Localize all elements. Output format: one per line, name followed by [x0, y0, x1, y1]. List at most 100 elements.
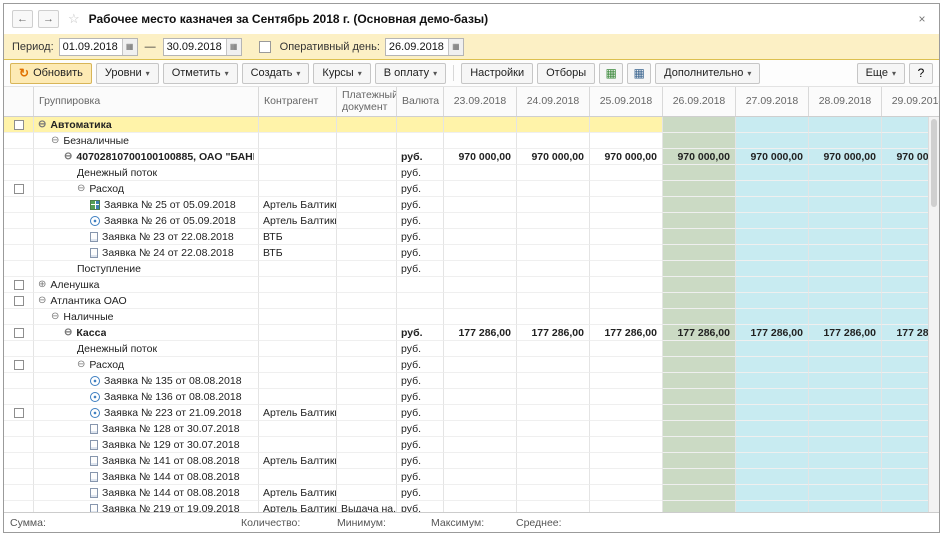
amount-cell[interactable]	[590, 373, 663, 389]
amount-cell[interactable]	[663, 341, 736, 357]
currency-cell[interactable]: руб.	[397, 149, 444, 165]
amount-cell[interactable]	[663, 229, 736, 245]
grouping-cell[interactable]: ⊖Безналичные	[34, 133, 259, 149]
amount-cell[interactable]	[444, 213, 517, 229]
amount-cell[interactable]	[736, 485, 809, 501]
currency-cell[interactable]: руб.	[397, 261, 444, 277]
payment-document-cell[interactable]	[337, 293, 397, 309]
amount-cell[interactable]	[590, 357, 663, 373]
amount-cell[interactable]	[809, 373, 882, 389]
grouping-cell[interactable]: ⊖Автоматика	[34, 117, 259, 133]
payment-document-cell[interactable]	[337, 485, 397, 501]
amount-cell[interactable]	[663, 213, 736, 229]
amount-cell[interactable]	[663, 261, 736, 277]
counterparty-cell[interactable]	[259, 325, 337, 341]
amount-cell[interactable]	[663, 309, 736, 325]
currency-cell[interactable]: руб.	[397, 357, 444, 373]
amount-cell[interactable]	[736, 181, 809, 197]
table-row[interactable]: ⊖Кассаруб.177 286,00177 286,00177 286,00…	[4, 325, 939, 341]
amount-cell[interactable]	[444, 421, 517, 437]
counterparty-cell[interactable]: Артель Балтики	[259, 405, 337, 421]
amount-cell[interactable]	[590, 245, 663, 261]
currency-cell[interactable]	[397, 277, 444, 293]
vertical-scrollbar[interactable]	[928, 117, 939, 514]
grouping-cell[interactable]: Заявка № 144 от 08.08.2018	[34, 469, 259, 485]
amount-cell[interactable]: 177 286,00	[736, 325, 809, 341]
currency-cell[interactable]	[397, 293, 444, 309]
amount-cell[interactable]	[736, 389, 809, 405]
settings-button[interactable]: Настройки	[461, 63, 533, 84]
amount-cell[interactable]	[444, 485, 517, 501]
amount-cell[interactable]: 970 000,00	[517, 149, 590, 165]
amount-cell[interactable]	[444, 389, 517, 405]
scrollbar-thumb[interactable]	[931, 119, 937, 207]
amount-cell[interactable]	[517, 197, 590, 213]
amount-cell[interactable]	[736, 405, 809, 421]
amount-cell[interactable]	[517, 293, 590, 309]
amount-cell[interactable]	[809, 293, 882, 309]
amount-cell[interactable]	[736, 117, 809, 133]
amount-cell[interactable]	[517, 437, 590, 453]
amount-cell[interactable]	[809, 229, 882, 245]
amount-cell[interactable]	[809, 453, 882, 469]
header-date-0[interactable]: 23.09.2018	[444, 87, 517, 116]
counterparty-cell[interactable]	[259, 373, 337, 389]
amount-cell[interactable]	[444, 261, 517, 277]
amount-cell[interactable]	[517, 469, 590, 485]
currency-cell[interactable]: руб.	[397, 181, 444, 197]
payment-document-cell[interactable]	[337, 261, 397, 277]
amount-cell[interactable]	[517, 133, 590, 149]
amount-cell[interactable]	[590, 165, 663, 181]
amount-cell[interactable]	[517, 341, 590, 357]
table-row[interactable]: Заявка № 129 от 30.07.2018руб.	[4, 437, 939, 453]
amount-cell[interactable]	[809, 197, 882, 213]
row-checkbox[interactable]	[14, 328, 24, 338]
currency-cell[interactable]: руб.	[397, 453, 444, 469]
amount-cell[interactable]	[517, 229, 590, 245]
amount-cell[interactable]	[809, 485, 882, 501]
amount-cell[interactable]	[809, 213, 882, 229]
amount-cell[interactable]	[590, 229, 663, 245]
amount-cell[interactable]	[736, 341, 809, 357]
date-to-input[interactable]	[164, 39, 226, 55]
amount-cell[interactable]	[809, 277, 882, 293]
counterparty-cell[interactable]: Артель Балтики	[259, 453, 337, 469]
grouping-cell[interactable]: Заявка № 24 от 22.08.2018	[34, 245, 259, 261]
counterparty-cell[interactable]	[259, 165, 337, 181]
currency-cell[interactable]: руб.	[397, 421, 444, 437]
amount-cell[interactable]	[590, 437, 663, 453]
grouping-cell[interactable]: Заявка № 129 от 30.07.2018	[34, 437, 259, 453]
filters-button[interactable]: Отборы	[537, 63, 595, 84]
counterparty-cell[interactable]	[259, 117, 337, 133]
amount-cell[interactable]	[590, 197, 663, 213]
amount-cell[interactable]: 970 000,00	[444, 149, 517, 165]
payment-document-cell[interactable]	[337, 325, 397, 341]
favorite-icon[interactable]: ☆	[68, 11, 80, 27]
payment-document-cell[interactable]	[337, 149, 397, 165]
table-row[interactable]: Заявка № 24 от 22.08.2018ВТБруб.	[4, 245, 939, 261]
header-date-4[interactable]: 27.09.2018	[736, 87, 809, 116]
grouping-cell[interactable]: ⊖Расход	[34, 357, 259, 373]
amount-cell[interactable]	[736, 261, 809, 277]
row-checkbox[interactable]	[14, 120, 24, 130]
header-grouping[interactable]: Группировка	[34, 87, 259, 116]
payment-document-cell[interactable]	[337, 229, 397, 245]
grouping-cell[interactable]: Заявка № 136 от 08.08.2018	[34, 389, 259, 405]
amount-cell[interactable]	[809, 261, 882, 277]
amount-cell[interactable]	[663, 485, 736, 501]
amount-cell[interactable]	[663, 373, 736, 389]
grouping-cell[interactable]: Денежный поток	[34, 341, 259, 357]
tree-expander-icon[interactable]: ⊖	[38, 296, 46, 306]
amount-cell[interactable]	[663, 181, 736, 197]
counterparty-cell[interactable]	[259, 421, 337, 437]
amount-cell[interactable]	[517, 309, 590, 325]
currency-cell[interactable]: руб.	[397, 405, 444, 421]
grouping-cell[interactable]: Заявка № 223 от 21.09.2018	[34, 405, 259, 421]
amount-cell[interactable]	[663, 277, 736, 293]
counterparty-cell[interactable]: Артель Балтики	[259, 485, 337, 501]
amount-cell[interactable]	[590, 485, 663, 501]
amount-cell[interactable]	[590, 469, 663, 485]
amount-cell[interactable]	[663, 437, 736, 453]
amount-cell[interactable]	[663, 453, 736, 469]
row-checkbox[interactable]	[14, 184, 24, 194]
